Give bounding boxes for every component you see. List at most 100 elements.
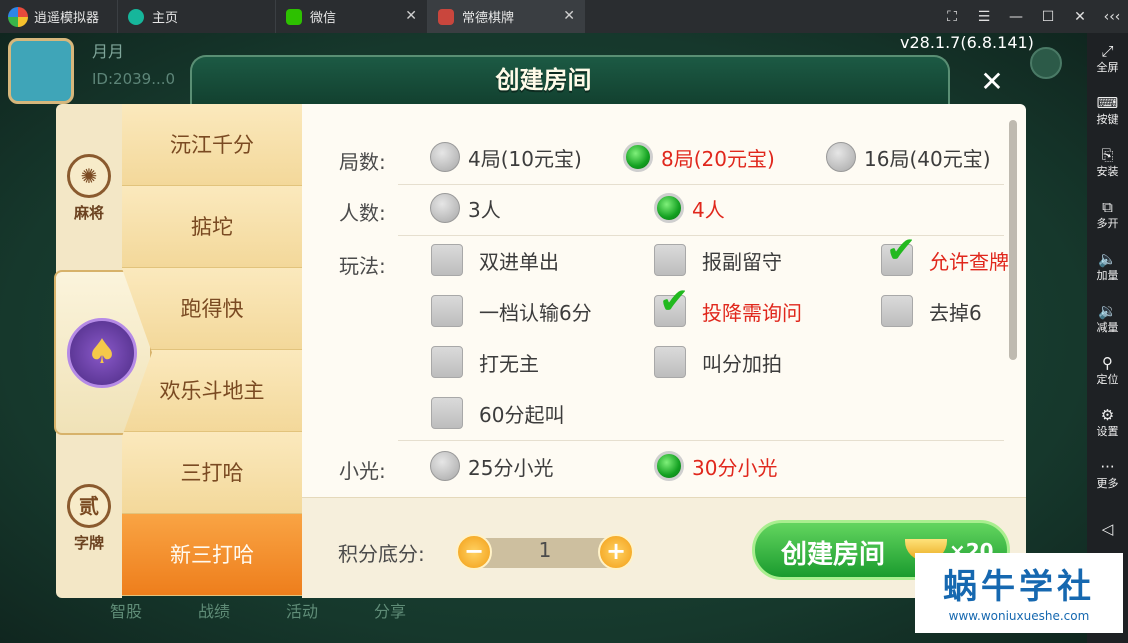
xiaoguang-option-25[interactable]: 25分小光 — [430, 451, 553, 481]
rule-dawuzhu[interactable]: 打无主 — [431, 346, 539, 378]
toolbar-label: 定位 — [1096, 373, 1119, 386]
radio-icon — [826, 142, 856, 172]
nav-item[interactable]: 分享 — [374, 598, 406, 638]
nav-item[interactable]: 活动 — [286, 598, 318, 638]
close-tab-icon[interactable]: ✕ — [563, 8, 575, 24]
toolbar-keymap[interactable]: ⌨ 按键 — [1087, 93, 1128, 127]
game-item-diantuo[interactable]: 掂坨 — [122, 186, 302, 268]
divider — [398, 184, 1004, 185]
radio-selected-icon — [654, 193, 684, 223]
toolbar-label: 设置 — [1096, 425, 1119, 438]
back-triangle-icon: ◁ — [1101, 520, 1114, 538]
collapse-sidebar-icon[interactable]: ‹‹‹ — [1096, 9, 1128, 25]
game-item-paodekuai[interactable]: 跑得快 — [122, 268, 302, 350]
window-controls: ⛶ ☰ — ☐ ✕ ‹‹‹ — [936, 0, 1128, 33]
toolbar-volume-down[interactable]: 🔉 减量 — [1087, 301, 1128, 335]
close-dialog-button[interactable]: ✕ — [975, 66, 1009, 100]
category-mahjong[interactable]: ✺ 麻将 — [56, 154, 122, 223]
game-item-yuanjiang[interactable]: 沅江千分 — [122, 104, 302, 186]
option-label: 16局(40元宝) — [864, 146, 991, 171]
players-option-4[interactable]: 4人 — [654, 193, 725, 223]
category-label: 麻将 — [73, 204, 104, 222]
toolbar-more[interactable]: ··· 更多 — [1087, 457, 1128, 491]
rules-label: 玩法: — [339, 254, 386, 278]
option-label: 30分小光 — [692, 455, 778, 480]
checkmark-icon: ✔ — [886, 230, 917, 271]
volume-up-icon: 🔈 — [1098, 250, 1117, 268]
nav-item[interactable]: 战绩 — [198, 598, 230, 638]
divider — [398, 440, 1004, 441]
tab-game-label: 常德棋牌 — [462, 11, 515, 26]
dialog-title: 创建房间 — [495, 66, 592, 94]
tab-game[interactable]: 常德棋牌 ✕ — [427, 0, 586, 33]
checkmark-icon: ✔ — [659, 281, 690, 322]
score-value: 1 — [538, 538, 552, 562]
multi-instance-icon: ⧉ — [1102, 198, 1113, 216]
option-label: 叫分加拍 — [702, 351, 782, 376]
toolbar-location[interactable]: ⚲ 定位 — [1087, 353, 1128, 387]
close-tab-icon[interactable]: ✕ — [405, 8, 417, 24]
home-icon — [128, 8, 145, 25]
mahjong-icon: ✺ — [67, 154, 111, 198]
minimize-icon[interactable]: — — [1000, 9, 1032, 25]
checkbox-icon — [431, 346, 463, 378]
option-label: 允许查牌 — [929, 249, 1009, 274]
tab-wechat[interactable]: 微信 ✕ — [275, 0, 427, 33]
rule-touxiang[interactable]: ✔ 投降需询问 — [654, 282, 802, 327]
option-label: 打无主 — [479, 351, 539, 376]
score-label: 积分底分: — [338, 542, 425, 566]
tab-home[interactable]: 主页 — [117, 0, 275, 33]
apk-icon: ⎘ — [1101, 146, 1114, 164]
toolbar-fullscreen[interactable]: ⤢ 全屏 — [1087, 41, 1128, 75]
game-item-sandaha[interactable]: 三打哈 — [122, 432, 302, 514]
plus-button[interactable]: + — [598, 534, 634, 570]
tab-home-label: 主页 — [152, 11, 179, 26]
radio-selected-icon — [654, 451, 684, 481]
menu-icon[interactable]: ☰ — [968, 9, 1000, 25]
players-option-3[interactable]: 3人 — [430, 193, 501, 223]
player-name: 月月 — [92, 42, 125, 61]
gear-icon: ⚙ — [1100, 406, 1115, 424]
rounds-option-16[interactable]: 16局(40元宝) — [826, 142, 991, 172]
minus-button[interactable]: − — [456, 534, 492, 570]
xiaoguang-label: 小光: — [339, 459, 386, 483]
toolbar-install[interactable]: ⎘ 安装 — [1087, 145, 1128, 179]
radio-icon — [430, 193, 460, 223]
checkbox-icon — [431, 397, 463, 429]
toolbar-label: 加量 — [1096, 269, 1119, 282]
fullscreen-icon[interactable]: ⛶ — [936, 9, 968, 25]
nav-item[interactable]: 智股 — [110, 598, 142, 638]
rule-shuangjin[interactable]: 双进单出 — [431, 244, 559, 276]
rule-baofu[interactable]: 报副留守 — [654, 244, 782, 276]
back-button[interactable]: ◁ — [1087, 519, 1128, 539]
watermark: 蜗牛学社 www.woniuxueshe.com — [915, 553, 1123, 633]
rule-60fen[interactable]: 60分起叫 — [431, 397, 564, 429]
category-zipai[interactable]: 贰 字牌 — [56, 484, 122, 553]
players-label: 人数: — [339, 201, 386, 225]
create-room-label: 创建房间 — [781, 540, 886, 570]
scrollbar[interactable] — [1009, 120, 1017, 360]
toolbar-multi[interactable]: ⧉ 多开 — [1087, 197, 1128, 231]
toolbar-settings[interactable]: ⚙ 设置 — [1087, 405, 1128, 439]
rounds-option-4[interactable]: 4局(10元宝) — [430, 142, 582, 172]
maximize-icon[interactable]: ☐ — [1032, 9, 1064, 25]
checkbox-icon — [431, 295, 463, 327]
tab-wechat-label: 微信 — [310, 11, 337, 26]
toolbar-volume-up[interactable]: 🔈 加量 — [1087, 249, 1128, 283]
xiaoguang-option-30[interactable]: 30分小光 — [654, 451, 777, 481]
close-window-icon[interactable]: ✕ — [1064, 9, 1096, 25]
emulator-titlebar: 逍遥模拟器 主页 微信 ✕ 常德棋牌 ✕ ⛶ ☰ — ☐ ✕ ‹‹‹ — [0, 0, 1128, 33]
rule-qudiao6[interactable]: 去掉6 — [881, 295, 982, 327]
game-item-doudizhu[interactable]: 欢乐斗地主 — [122, 350, 302, 432]
game-item-new-sandaha[interactable]: 新三打哈 — [122, 514, 302, 596]
toolbar-label: 更多 — [1096, 477, 1119, 490]
toolbar-label: 多开 — [1096, 217, 1119, 230]
option-label: 8局(20元宝) — [661, 146, 775, 171]
rule-yidang[interactable]: 一档认输6分 — [431, 295, 592, 327]
option-label: 去掉6 — [929, 300, 982, 325]
bottom-nav: 智股 战绩 活动 分享 — [110, 598, 670, 638]
rule-chapai[interactable]: ✔ 允许查牌 — [881, 231, 1009, 276]
rounds-option-8[interactable]: 8局(20元宝) — [623, 142, 775, 172]
location-pin-icon: ⚲ — [1102, 354, 1113, 372]
rule-jiaofen[interactable]: 叫分加拍 — [654, 346, 782, 378]
